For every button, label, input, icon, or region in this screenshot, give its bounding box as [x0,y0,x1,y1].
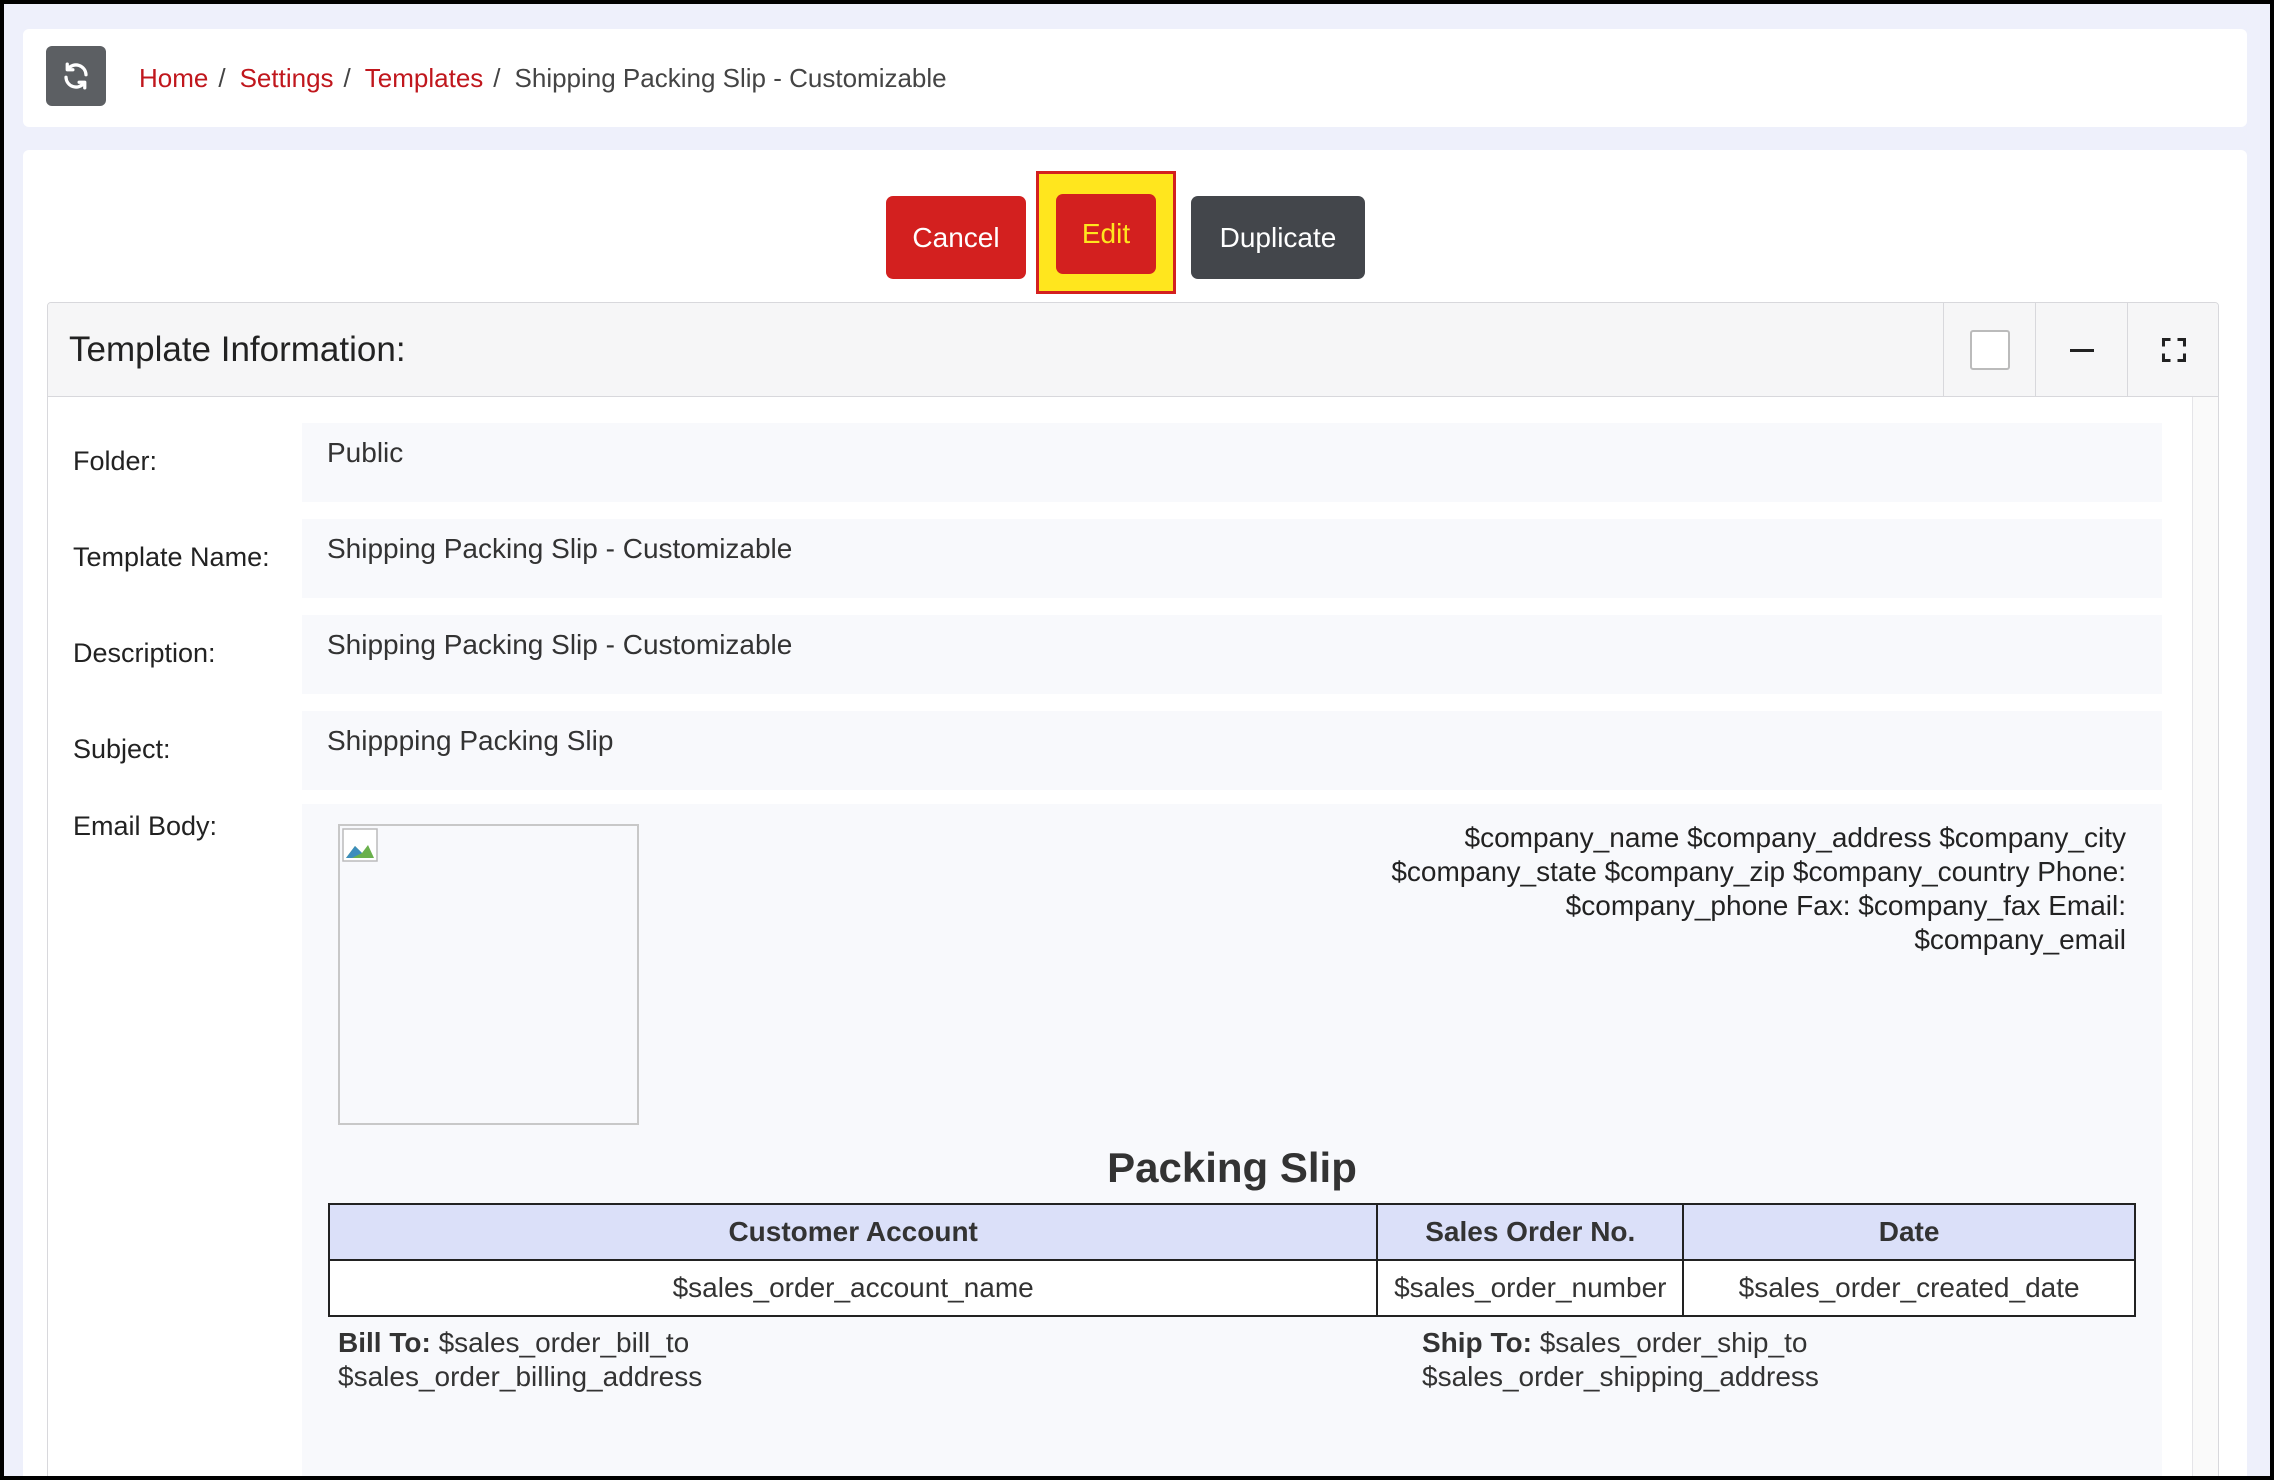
edit-button-highlight: Edit [1036,171,1176,294]
company-info-line: $company_state $company_zip $company_cou… [1391,856,2126,887]
table-cell: $sales_order_created_date [1682,1259,2136,1317]
ship-to-block: Ship To: $sales_order_ship_to $sales_ord… [1422,1326,1819,1394]
packing-slip-heading: Packing Slip [1107,1144,1357,1191]
column-header: Sales Order No. [1376,1203,1685,1261]
breadcrumb-current: Shipping Packing Slip - Customizable [514,62,947,93]
breadcrumb-templates[interactable]: Templates [365,63,484,94]
column-header: Date [1682,1203,2136,1261]
refresh-icon [64,62,88,90]
breadcrumb-bar: Home / Settings / Templates / Shipping P… [23,29,2247,127]
email-body-label: Email Body: [73,811,218,841]
panel-scrollbar[interactable] [2192,397,2218,1476]
column-header: Customer Account [327,1203,1379,1261]
table-header-row: Customer Account Sales Order No. Date [327,1203,2136,1261]
duplicate-button[interactable]: Duplicate [1191,196,1365,279]
billing-address: $sales_order_billing_address [338,1361,703,1392]
company-info-line: $company_name $company_address $company_… [1464,822,2127,853]
bill-to-value: $sales_order_bill_to [438,1327,690,1358]
expand-icon [2161,337,2186,363]
company-info-line: $company_phone Fax: $company_fax Email: [1565,890,2126,921]
subject-value: Shippping Packing Slip [302,711,2162,790]
email-body-preview: $company_name $company_address $company_… [302,804,2162,1476]
breadcrumb-separator: / [493,62,501,93]
breadcrumb-separator: / [218,62,226,93]
template-name-label: Template Name: [73,542,270,572]
packing-slip-table: Customer Account Sales Order No. Date $s… [327,1203,2136,1317]
panel-title: Template Information: [69,330,406,369]
shipping-address: $sales_order_shipping_address [1422,1361,1819,1392]
main-content: Cancel Edit Duplicate Template Informati… [23,150,2247,1476]
folder-label: Folder: [73,446,158,476]
bill-to-block: Bill To: $sales_order_bill_to $sales_ord… [338,1326,702,1394]
ship-to-label: Ship To: [1422,1327,1532,1358]
template-name-value: Shipping Packing Slip - Customizable [302,519,2162,598]
broken-image-icon [342,828,378,862]
breadcrumb-settings[interactable]: Settings [240,63,334,94]
minus-icon [2069,348,2094,352]
ship-to-value: $sales_order_ship_to [1539,1327,1808,1358]
breadcrumb-home[interactable]: Home [139,63,208,94]
company-logo-image [338,824,639,1125]
panel-fullscreen-button[interactable] [2127,303,2218,397]
table-cell: $sales_order_number [1376,1259,1685,1317]
breadcrumb: Home / Settings / Templates / Shipping P… [139,29,947,127]
panel-header: Template Information: [48,303,2218,397]
edit-button[interactable]: Edit [1056,194,1156,274]
subject-label: Subject: [73,734,171,764]
description-value: Shipping Packing Slip - Customizable [302,615,2162,694]
company-info-line: $company_email [1914,924,2126,955]
breadcrumb-separator: / [343,62,351,93]
table-cell: $sales_order_account_name [327,1259,1379,1317]
panel-minimize-button[interactable] [2035,303,2127,397]
panel-select-checkbox[interactable] [1943,303,2035,397]
table-row: $sales_order_account_name $sales_order_n… [327,1259,2136,1317]
company-info: $company_name $company_address $company_… [1326,821,2126,957]
folder-value: Public [302,423,2162,502]
app-frame: Home / Settings / Templates / Shipping P… [4,4,2270,1476]
bill-to-label: Bill To: [338,1327,431,1358]
description-label: Description: [73,638,216,668]
refresh-button[interactable] [46,46,106,106]
cancel-button[interactable]: Cancel [886,196,1026,279]
checkbox-icon [1969,330,2010,370]
template-info-panel: Template Information: Folder: Public Tem… [47,302,2219,1476]
